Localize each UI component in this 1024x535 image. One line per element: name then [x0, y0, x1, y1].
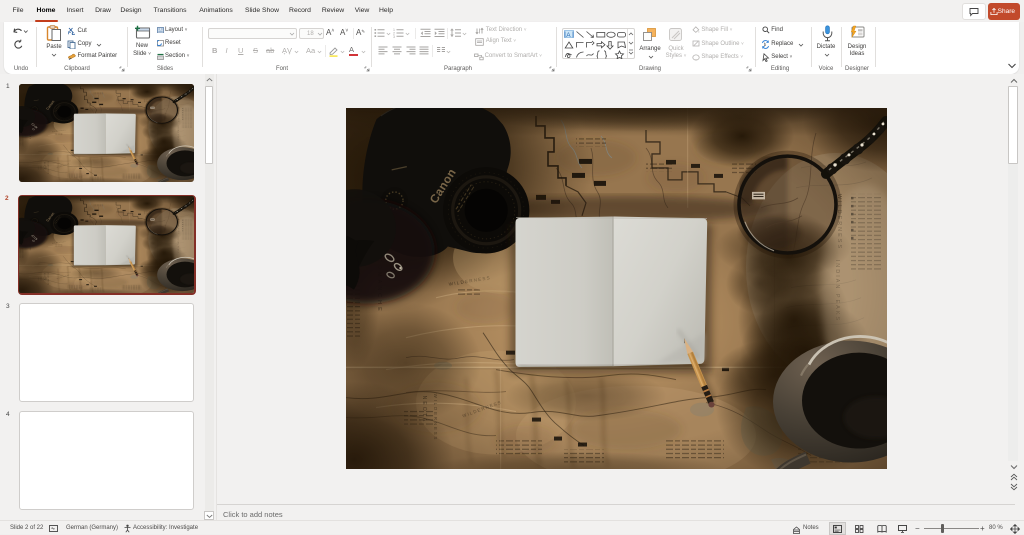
svg-text:A: A: [566, 32, 571, 39]
svg-text:3: 3: [393, 35, 395, 38]
svg-text:b: b: [764, 42, 767, 47]
